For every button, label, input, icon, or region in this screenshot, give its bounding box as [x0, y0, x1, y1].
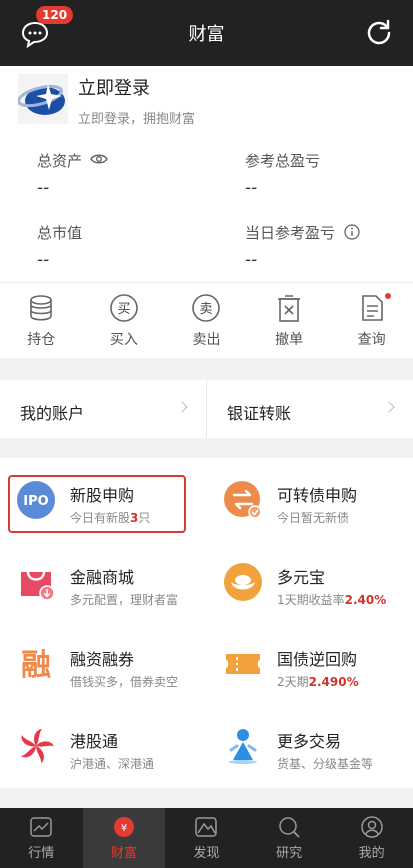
convertible-bond-icon: [224, 481, 262, 519]
nav-label: 行情: [28, 846, 55, 861]
action-label: 撤单: [275, 332, 304, 348]
broker-logo-icon: [17, 74, 68, 124]
service-hk-connect[interactable]: 港股通 沪港通、深港通: [0, 704, 206, 786]
nav-discover[interactable]: 发现: [165, 808, 248, 868]
profile-icon: [360, 816, 383, 838]
service-title: 可转债申购: [277, 486, 358, 505]
notification-dot: [384, 293, 391, 299]
shopping-bag-icon: [21, 571, 55, 601]
nav-profile[interactable]: 我的: [330, 808, 413, 868]
nav-label: 研究: [276, 846, 303, 861]
daily-pnl-label: 当日参考盈亏: [245, 222, 360, 243]
service-title: 更多交易: [277, 732, 342, 751]
nav-label: 发现: [193, 846, 220, 861]
nav-label: 财富: [110, 846, 137, 861]
info-icon[interactable]: [344, 224, 360, 240]
total-pnl-value: --: [245, 178, 258, 198]
chevron-right-icon: [383, 401, 395, 413]
service-title: 新股申购: [70, 486, 135, 505]
database-icon: [30, 295, 53, 321]
broker-logo[interactable]: [17, 74, 68, 124]
margin-trading-icon: 融: [21, 648, 51, 683]
total-pnl-label: 参考总盈亏: [245, 152, 321, 170]
nav-label: 我的: [358, 846, 385, 861]
bank-transfer-link[interactable]: 银证转账: [206, 380, 413, 438]
top-bar: 120 财富: [0, 0, 413, 66]
service-subtitle: 沪港通、深港通: [70, 757, 155, 771]
refresh-icon: [367, 19, 391, 45]
my-account-link[interactable]: 我的账户: [0, 380, 206, 438]
total-assets-label: 总资产: [37, 150, 108, 171]
daily-pnl-value: --: [245, 250, 258, 270]
service-margin-trading[interactable]: 融 融资融券 借钱买多，借券卖空: [0, 622, 206, 704]
service-title: 金融商城: [70, 568, 135, 587]
service-subtitle: 2天期2.490%: [277, 675, 359, 689]
svg-text:¥: ¥: [121, 823, 127, 834]
svg-text:IPO: IPO: [23, 494, 48, 509]
services-grid: IPO 新股申购 今日有新股3只 可转债申购 今日暂无新债 金融商城 多元配置，…: [0, 458, 413, 788]
action-query[interactable]: 查询: [330, 283, 413, 358]
wealth-icon: ¥: [113, 817, 134, 837]
nav-market[interactable]: 行情: [0, 808, 83, 868]
service-subtitle: 今日暂无新债: [277, 511, 350, 525]
bauhinia-icon: [21, 729, 55, 764]
ticket-icon: [226, 654, 260, 674]
bottom-nav: 行情 ¥ 财富 发现 研究 我的: [0, 808, 413, 868]
login-link[interactable]: 立即登录: [78, 74, 150, 100]
chevron-right-icon: [176, 401, 188, 413]
link-label: 银证转账: [227, 404, 292, 423]
service-convertible-bond[interactable]: 可转债申购 今日暂无新债: [207, 458, 413, 540]
gold-ingot-icon: [224, 563, 262, 601]
action-buy[interactable]: 买 买入: [83, 283, 166, 358]
nav-wealth[interactable]: ¥ 财富: [82, 808, 166, 868]
service-ipo[interactable]: IPO 新股申购 今日有新股3只: [0, 458, 206, 540]
service-title: 融资融券: [70, 650, 135, 669]
action-label: 查询: [357, 332, 386, 348]
service-subtitle: 今日有新股3只: [70, 511, 151, 525]
action-label: 持仓: [27, 332, 56, 348]
service-title: 港股通: [70, 732, 119, 751]
service-duoyuanbao[interactable]: 多元宝 1天期收益率2.40%: [207, 540, 413, 622]
action-positions[interactable]: 持仓: [0, 283, 83, 358]
ipo-icon: IPO: [17, 481, 55, 519]
nav-research[interactable]: 研究: [248, 808, 331, 868]
svg-text:买: 买: [117, 302, 130, 317]
service-title: 国债逆回购: [277, 650, 358, 669]
discover-icon: [195, 817, 218, 837]
service-finance-mall[interactable]: 金融商城 多元配置，理财者富: [0, 540, 206, 622]
login-subtitle: 立即登录，拥抱财富: [78, 112, 196, 127]
action-label: 卖出: [192, 332, 221, 348]
action-label: 买入: [109, 332, 138, 348]
market-value-label: 总市值: [37, 224, 83, 242]
service-subtitle: 借钱买多，借券卖空: [70, 675, 179, 689]
svg-text:融: 融: [21, 648, 51, 683]
query-icon: [361, 295, 383, 321]
service-treasury-repo[interactable]: 国债逆回购 2天期2.490%: [207, 622, 413, 704]
account-summary: 立即登录 立即登录，拥抱财富 总资产 -- 参考总盈亏 -- 总市值 -- 当日…: [0, 66, 413, 282]
eye-icon[interactable]: [89, 153, 108, 165]
research-icon: [279, 817, 300, 838]
service-subtitle: 多元配置，理财者富: [70, 593, 179, 607]
service-title: 多元宝: [277, 568, 326, 587]
service-subtitle: 货基、分级基金等: [277, 757, 374, 771]
market-value-value: --: [37, 250, 50, 270]
quick-actions: 持仓 买 买入 卖 卖出 撤单 查询: [0, 282, 413, 358]
link-label: 我的账户: [20, 404, 85, 423]
action-sell[interactable]: 卖 卖出: [165, 283, 248, 358]
total-assets-value: --: [37, 178, 50, 198]
svg-text:卖: 卖: [200, 302, 213, 317]
service-more-trading[interactable]: 更多交易 货基、分级基金等: [207, 704, 413, 786]
chart-icon: [30, 817, 53, 837]
buy-icon: 买: [110, 294, 138, 322]
refresh-button[interactable]: [365, 18, 393, 46]
cancel-order-icon: [278, 295, 301, 322]
page-title: 财富: [188, 24, 225, 45]
sell-icon: 卖: [192, 294, 221, 322]
service-subtitle: 1天期收益率2.40%: [277, 593, 387, 607]
account-links: 我的账户 银证转账: [0, 380, 413, 438]
more-trade-icon: [229, 729, 257, 764]
action-cancel-order[interactable]: 撤单: [248, 283, 331, 358]
